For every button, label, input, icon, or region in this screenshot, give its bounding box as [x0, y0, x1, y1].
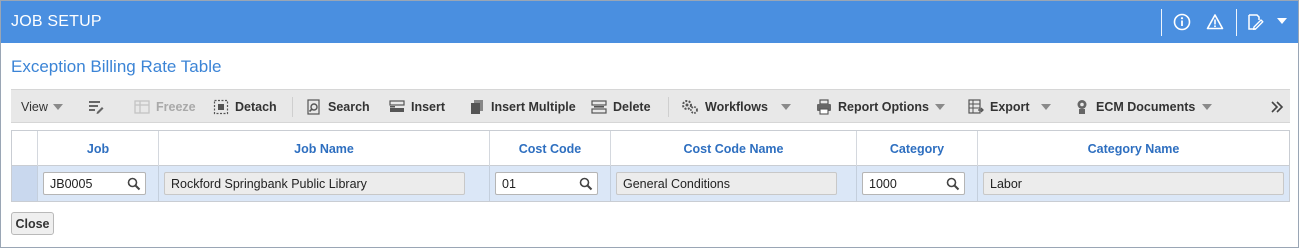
ecm-documents-label: ECM Documents: [1096, 99, 1196, 114]
double-chevron-right-icon[interactable]: [1270, 100, 1284, 114]
column-settings-icon: [89, 100, 104, 114]
cell-job: JB0005: [38, 166, 159, 201]
category-value: 1000: [869, 176, 897, 191]
search-icon: [307, 98, 320, 115]
print-icon: [817, 98, 831, 115]
insert-row-icon: [389, 99, 405, 112]
column-header-job[interactable]: Job: [38, 131, 159, 166]
insert-button[interactable]: Insert: [389, 90, 445, 123]
header-separator: [1236, 9, 1237, 36]
header-menu-caret-icon[interactable]: [1277, 18, 1287, 24]
cost-code-name-field: General Conditions: [616, 172, 837, 195]
export-label: Export: [990, 99, 1030, 114]
workflows-caret-icon[interactable]: [781, 104, 791, 110]
table-row: JB0005 Rockford Springbank Public Librar…: [12, 166, 1289, 201]
column-header-cost-code-name[interactable]: Cost Code Name: [611, 131, 857, 166]
detach-icon: [213, 99, 229, 114]
view-caret-icon[interactable]: [53, 104, 63, 110]
delete-button[interactable]: Delete: [591, 90, 651, 123]
warning-icon[interactable]: [1206, 13, 1224, 31]
section-title: Exception Billing Rate Table: [11, 57, 222, 76]
cost-code-input[interactable]: 01: [495, 172, 598, 195]
insert-label: Insert: [411, 99, 446, 114]
ecm-documents-button[interactable]: ECM Documents: [1074, 90, 1195, 123]
toolbar-separator: [292, 97, 293, 117]
freeze-button[interactable]: Freeze: [134, 90, 196, 123]
insert-multiple-icon: [471, 99, 483, 114]
search-icon[interactable]: [946, 177, 960, 191]
app-header: JOB SETUP: [1, 1, 1298, 43]
job-value: JB0005: [50, 176, 93, 191]
category-input[interactable]: 1000: [862, 172, 965, 195]
row-selector-header[interactable]: [12, 131, 38, 166]
job-input[interactable]: JB0005: [43, 172, 146, 195]
report-options-label: Report Options: [838, 99, 929, 114]
cell-cost-code-name: General Conditions: [611, 166, 857, 201]
search-label: Search: [328, 99, 370, 114]
cost-code-name-value: General Conditions: [623, 176, 731, 191]
ecm-documents-icon: [1077, 99, 1087, 114]
billing-rate-grid: Job Job Name Cost Code Cost Code Name Ca…: [11, 130, 1290, 202]
freeze-label: Freeze: [156, 99, 196, 114]
column-settings-button[interactable]: [88, 90, 110, 123]
grid-toolbar: View Freeze Detach Search Insert Insert …: [11, 89, 1290, 123]
insert-multiple-button[interactable]: Insert Multiple: [469, 90, 576, 123]
detach-button[interactable]: Detach: [213, 90, 277, 123]
info-icon[interactable]: [1173, 13, 1191, 31]
view-label: View: [21, 99, 48, 114]
close-button[interactable]: Close: [11, 212, 54, 235]
column-header-cost-code[interactable]: Cost Code: [490, 131, 611, 166]
category-name-value: Labor: [990, 176, 1022, 191]
cell-job-name: Rockford Springbank Public Library: [159, 166, 490, 201]
delete-row-icon: [591, 99, 607, 114]
workflows-gears-icon: [682, 99, 698, 114]
cell-category-name: Labor: [978, 166, 1289, 201]
cell-category: 1000: [857, 166, 978, 201]
toolbar-separator: [668, 97, 669, 117]
export-icon: [968, 98, 984, 114]
page-header-title: JOB SETUP: [11, 13, 102, 30]
grid-header-row: Job Job Name Cost Code Cost Code Name Ca…: [12, 131, 1289, 166]
search-icon[interactable]: [579, 177, 593, 191]
window-frame: JOB SETUP Exception Billing Rate Table V…: [0, 0, 1299, 248]
column-header-category-name[interactable]: Category Name: [978, 131, 1289, 166]
search-button[interactable]: Search: [306, 90, 370, 123]
job-name-field: Rockford Springbank Public Library: [164, 172, 465, 195]
search-icon[interactable]: [127, 177, 141, 191]
column-header-job-name[interactable]: Job Name: [159, 131, 490, 166]
edit-note-icon[interactable]: [1246, 13, 1264, 31]
report-options-caret-icon[interactable]: [935, 104, 945, 110]
report-options-button[interactable]: Report Options: [816, 90, 929, 123]
insert-multiple-label: Insert Multiple: [491, 99, 576, 114]
ecm-documents-caret-icon[interactable]: [1202, 104, 1212, 110]
row-selector[interactable]: [12, 166, 38, 201]
delete-label: Delete: [613, 99, 651, 114]
header-separator: [1161, 9, 1162, 36]
category-name-field: Labor: [983, 172, 1284, 195]
detach-label: Detach: [235, 99, 277, 114]
cost-code-value: 01: [502, 176, 516, 191]
cell-cost-code: 01: [490, 166, 611, 201]
view-menu-button[interactable]: View: [21, 90, 48, 123]
column-header-category[interactable]: Category: [857, 131, 978, 166]
export-caret-icon[interactable]: [1041, 104, 1051, 110]
workflows-button[interactable]: Workflows: [681, 90, 768, 123]
workflows-label: Workflows: [705, 99, 768, 114]
freeze-icon: [134, 99, 150, 114]
export-button[interactable]: Export: [968, 90, 1030, 123]
job-name-value: Rockford Springbank Public Library: [171, 176, 367, 191]
